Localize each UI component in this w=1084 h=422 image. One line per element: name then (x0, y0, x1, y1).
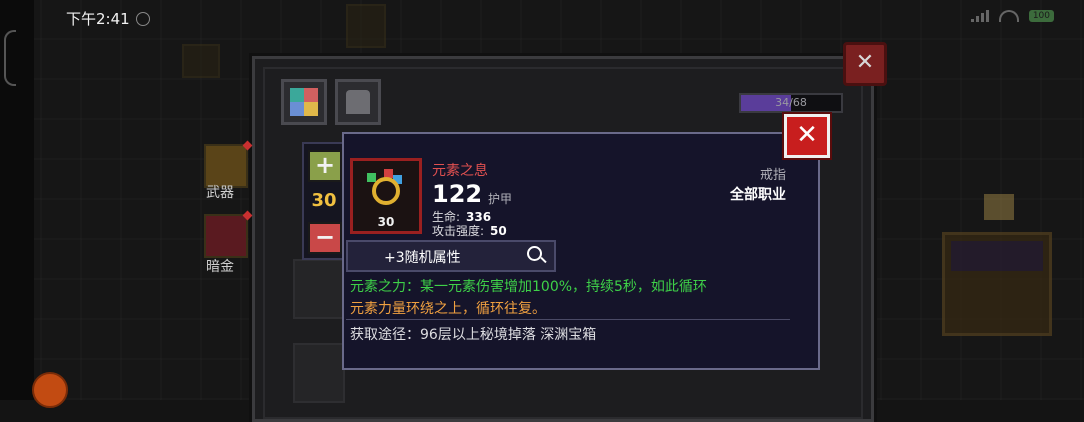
item-effect-line-2: 元素力量环绕之上，循环往复。 (350, 301, 546, 317)
inventory-slot[interactable] (293, 343, 345, 403)
stat-row-attack: 攻击强度: 50 (432, 222, 507, 239)
magnifier-icon (527, 246, 542, 261)
item-source: 获取途径：96层以上秘境掉落 深渊宝箱 (350, 327, 597, 343)
background-treasure-chest[interactable] (942, 232, 1052, 336)
item-power-value: 122 (432, 180, 483, 208)
item-effect-line-1: 元素之力：某一元素伤害增加100%，持续5秒，如此循环 (350, 276, 707, 296)
helmet-icon (346, 90, 370, 114)
battery-indicator: 100 (1028, 10, 1054, 22)
increase-button[interactable]: + (308, 150, 342, 182)
item-icon-frame: 30 (350, 158, 422, 234)
effect-text: 某一元素伤害增加100%，持续5秒，如此循环 (420, 279, 707, 295)
chest-alert-icon (984, 194, 1014, 220)
status-time: 下午2:41 (66, 10, 130, 28)
background-chest-icon (182, 44, 220, 78)
wifi-icon (998, 10, 1019, 22)
status-icons: 100 (970, 10, 1054, 22)
alarm-icon (135, 11, 150, 26)
item-name: 元素之息 (432, 163, 488, 179)
grid-colors-icon (290, 88, 318, 116)
inventory-close-button[interactable]: ✕ (843, 42, 887, 86)
stat-value: 50 (490, 224, 507, 238)
weapon-label: 武器 (206, 185, 234, 201)
bracket-icon (4, 30, 16, 86)
screen-edge (0, 0, 34, 400)
item-power-label: 护甲 (488, 192, 513, 206)
tab-all-items[interactable] (281, 79, 327, 125)
decrease-button[interactable]: − (308, 222, 342, 254)
inventory-capacity-bar: 34/68 (739, 93, 843, 113)
capacity-text: 34/68 (775, 96, 807, 109)
effect-title: 元素之力： (350, 279, 420, 295)
inventory-slot[interactable] (293, 259, 345, 319)
background-door-icon (346, 4, 386, 48)
tab-equipment[interactable] (335, 79, 381, 125)
affix-label: +3随机属性 (384, 250, 461, 266)
quantity-value: 30 (311, 190, 337, 211)
random-affix-button[interactable]: +3随机属性 (346, 240, 556, 272)
stat-label: 攻击强度: (432, 224, 485, 238)
orange-orb-icon[interactable] (32, 372, 68, 408)
accessory-slot[interactable] (204, 214, 248, 258)
quantity-stepper: + 30 − (302, 142, 346, 260)
item-class: 全部职业 (730, 187, 786, 203)
ring-icon (372, 177, 400, 205)
item-level: 30 (377, 215, 395, 229)
status-bar: 下午2:41 (66, 8, 150, 29)
signal-icon (970, 10, 989, 22)
item-type: 戒指 (759, 168, 786, 183)
accessory-label: 暗金 (206, 259, 234, 275)
tooltip-divider (346, 319, 790, 320)
tooltip-close-button[interactable]: ✕ (782, 112, 832, 160)
